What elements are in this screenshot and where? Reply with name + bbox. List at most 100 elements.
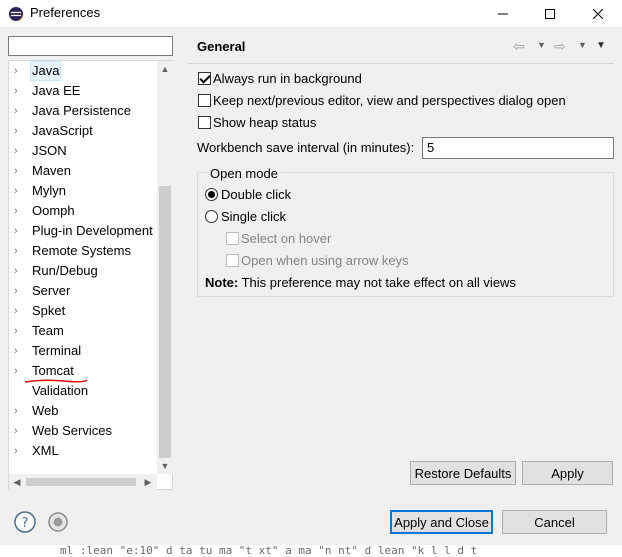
- tree-horizontal-scroll-thumb[interactable]: [26, 478, 136, 486]
- show-heap-label[interactable]: Show heap status: [213, 115, 316, 131]
- tree-item-label[interactable]: JavaScript: [31, 122, 94, 140]
- tree-item[interactable]: › Spket: [9, 301, 159, 321]
- tree-item[interactable]: › Maven: [9, 161, 159, 181]
- expand-chevron-icon[interactable]: ›: [14, 164, 24, 178]
- expand-chevron-icon[interactable]: ›: [14, 444, 24, 458]
- save-interval-input[interactable]: 5: [422, 137, 614, 159]
- maximize-button[interactable]: [527, 0, 573, 27]
- maximize-icon: [545, 8, 555, 19]
- tree-item[interactable]: › Plug-in Development: [9, 221, 159, 241]
- double-click-radio[interactable]: [205, 188, 218, 201]
- tree-item[interactable]: › JavaScript: [9, 121, 159, 141]
- tree-item[interactable]: › Java: [9, 61, 159, 81]
- tree-item-label[interactable]: Maven: [31, 162, 72, 180]
- tree-item-label[interactable]: XML: [31, 442, 60, 460]
- tree-item-label[interactable]: Oomph: [31, 202, 76, 220]
- keep-next-prev-checkbox[interactable]: [198, 94, 211, 107]
- tree-item-label[interactable]: Team: [31, 322, 65, 340]
- open-arrow-keys-checkbox[interactable]: [226, 254, 239, 267]
- tree-item[interactable]: › Server: [9, 281, 159, 301]
- tree-item-label[interactable]: Web Services: [31, 422, 113, 440]
- tree-item[interactable]: › Terminal: [9, 341, 159, 361]
- expand-chevron-icon[interactable]: ›: [14, 64, 24, 78]
- expand-chevron-icon[interactable]: ›: [14, 364, 24, 378]
- tree-item[interactable]: › JSON: [9, 141, 159, 161]
- apply-button[interactable]: Apply: [522, 461, 613, 485]
- tree-item[interactable]: › Team: [9, 321, 159, 341]
- tree-item[interactable]: › Oomph: [9, 201, 159, 221]
- expand-chevron-icon[interactable]: ›: [14, 144, 24, 158]
- tree-item[interactable]: › Run/Debug: [9, 261, 159, 281]
- back-dropdown-icon[interactable]: ▼: [537, 40, 546, 50]
- scroll-down-icon[interactable]: ▼: [157, 458, 173, 474]
- select-on-hover-checkbox[interactable]: [226, 232, 239, 245]
- window-title: Preferences: [30, 5, 101, 20]
- expand-chevron-icon[interactable]: ›: [14, 204, 24, 218]
- always-run-bg-checkbox[interactable]: [198, 72, 211, 85]
- expand-chevron-icon[interactable]: ›: [14, 104, 24, 118]
- expand-chevron-icon[interactable]: ›: [14, 124, 24, 138]
- expand-chevron-icon[interactable]: ›: [14, 284, 24, 298]
- show-heap-checkbox[interactable]: [198, 116, 211, 129]
- tree-item-label[interactable]: Validation: [31, 382, 89, 400]
- expand-chevron-icon[interactable]: ›: [14, 244, 24, 258]
- tree-item[interactable]: › Web: [9, 401, 159, 421]
- filter-input[interactable]: [8, 36, 173, 56]
- apply-and-close-button[interactable]: Apply and Close: [390, 510, 493, 534]
- tree-item-label[interactable]: Java EE: [31, 82, 81, 100]
- minimize-button[interactable]: [480, 0, 526, 27]
- keep-next-prev-label[interactable]: Keep next/previous editor, view and pers…: [213, 93, 566, 109]
- tree-vertical-scroll-thumb[interactable]: [159, 186, 171, 458]
- tree-item-label[interactable]: Java Persistence: [31, 102, 132, 120]
- tree-item-label[interactable]: Mylyn: [31, 182, 67, 200]
- import-export-icon[interactable]: [46, 510, 70, 534]
- tree-item-label[interactable]: Server: [31, 282, 71, 300]
- single-click-label[interactable]: Single click: [221, 209, 286, 225]
- tree-item[interactable]: › Remote Systems: [9, 241, 159, 261]
- cancel-button[interactable]: Cancel: [502, 510, 607, 534]
- forward-arrow-icon[interactable]: ⇨: [554, 38, 566, 55]
- tree-item[interactable]: Validation: [9, 381, 159, 401]
- header-separator: [188, 63, 614, 64]
- scroll-right-icon[interactable]: ▶: [140, 474, 156, 490]
- tree-item[interactable]: › XML: [9, 441, 159, 461]
- expand-chevron-icon[interactable]: ›: [14, 424, 24, 438]
- expand-chevron-icon[interactable]: ›: [14, 324, 24, 338]
- view-menu-icon[interactable]: ▼: [596, 40, 606, 51]
- forward-dropdown-icon[interactable]: ▼: [578, 40, 587, 50]
- expand-chevron-icon[interactable]: ›: [14, 84, 24, 98]
- tomcat-red-underline: [24, 379, 88, 383]
- tree-item-label[interactable]: Terminal: [31, 342, 82, 360]
- tree-item-label[interactable]: Plug-in Development: [31, 222, 154, 240]
- tree-item[interactable]: › Mylyn: [9, 181, 159, 201]
- scroll-left-icon[interactable]: ◀: [9, 474, 25, 490]
- open-mode-title: Open mode: [207, 166, 281, 181]
- back-arrow-icon[interactable]: ⇦: [513, 38, 525, 55]
- tree-item[interactable]: › Java Persistence: [9, 101, 159, 121]
- tree-item-label[interactable]: Web: [31, 402, 60, 420]
- single-click-radio[interactable]: [205, 210, 218, 223]
- tree-item-label[interactable]: Spket: [31, 302, 66, 320]
- expand-chevron-icon[interactable]: ›: [14, 404, 24, 418]
- tree-item[interactable]: › Web Services: [9, 421, 159, 441]
- tree-item-label[interactable]: Java: [29, 61, 62, 81]
- select-on-hover-label[interactable]: Select on hover: [241, 231, 331, 247]
- tree-item-label[interactable]: Remote Systems: [31, 242, 132, 260]
- tree-item[interactable]: › Java EE: [9, 81, 159, 101]
- expand-chevron-icon[interactable]: ›: [14, 304, 24, 318]
- tree-item-label[interactable]: Run/Debug: [31, 262, 99, 280]
- note-label: Note:: [205, 275, 239, 290]
- double-click-label[interactable]: Double click: [221, 187, 291, 203]
- close-button[interactable]: [575, 0, 621, 27]
- scroll-up-icon[interactable]: ▲: [157, 61, 173, 77]
- expand-chevron-icon[interactable]: ›: [14, 344, 24, 358]
- restore-defaults-button[interactable]: Restore Defaults: [410, 461, 516, 485]
- note-text: Note: This preference may not take effec…: [205, 275, 516, 291]
- expand-chevron-icon[interactable]: ›: [14, 184, 24, 198]
- open-arrow-keys-label[interactable]: Open when using arrow keys: [241, 253, 409, 269]
- help-icon[interactable]: ?: [13, 510, 37, 534]
- always-run-bg-label[interactable]: Always run in background: [213, 71, 362, 87]
- expand-chevron-icon[interactable]: ›: [14, 264, 24, 278]
- tree-item-label[interactable]: JSON: [31, 142, 68, 160]
- expand-chevron-icon[interactable]: ›: [14, 224, 24, 238]
